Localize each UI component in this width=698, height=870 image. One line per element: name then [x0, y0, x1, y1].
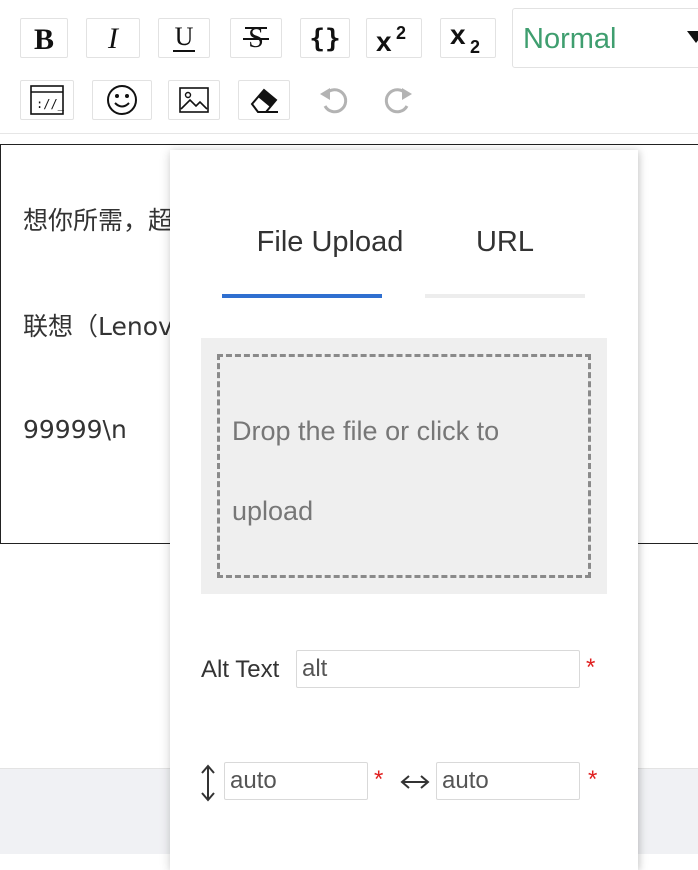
editor-line: 99999\n [23, 415, 127, 444]
image-icon [179, 87, 209, 113]
svg-text:://_: ://_ [36, 97, 64, 111]
strikethrough-icon: S [243, 23, 269, 54]
format-select[interactable]: Normal [512, 8, 698, 68]
svg-text:I: I [107, 23, 120, 53]
dropzone-text: Drop the file or click to upload [232, 416, 500, 526]
subscript-icon: x2 [450, 22, 480, 54]
required-mark: * [374, 766, 384, 793]
clear-format-button[interactable] [238, 80, 290, 120]
chevron-down-icon [687, 31, 698, 43]
alt-text-label: Alt Text [201, 656, 280, 683]
svg-text:2: 2 [470, 37, 480, 54]
alt-text-input[interactable] [296, 650, 580, 688]
html-source-icon: ://_ [30, 85, 64, 115]
eraser-icon [250, 88, 278, 113]
svg-text:U: U [175, 22, 194, 51]
svg-text:B: B [34, 23, 54, 53]
redo-icon [384, 88, 412, 114]
undo-button[interactable] [310, 80, 356, 120]
tab-active-indicator [222, 294, 382, 298]
width-input[interactable] [436, 762, 580, 800]
italic-icon: I [107, 23, 120, 53]
undo-icon [320, 88, 348, 114]
strikethrough-button[interactable]: S [230, 18, 282, 58]
redo-button[interactable] [376, 80, 422, 120]
dropzone-border: Drop the file or click to upload [217, 354, 591, 578]
emoji-button[interactable] [92, 80, 152, 120]
svg-text:2: 2 [396, 23, 406, 43]
tab-inactive-indicator [425, 294, 585, 298]
image-button[interactable] [168, 80, 220, 120]
svg-text:x: x [450, 22, 466, 50]
code-braces-icon: {} [309, 24, 340, 53]
image-insert-popup: File Upload URL Drop the file or click t… [170, 150, 638, 870]
smiley-icon [107, 85, 137, 115]
file-dropzone[interactable]: Drop the file or click to upload [201, 338, 607, 594]
format-select-value: Normal [523, 23, 617, 55]
underline-button[interactable]: U [158, 18, 210, 58]
bold-icon: B [34, 23, 54, 53]
superscript-button[interactable]: x2 [366, 18, 422, 58]
editor-toolbar: B I U S {} x2 x2 Normal ://_ [0, 0, 698, 134]
tab-file-upload[interactable]: File Upload [226, 226, 434, 259]
height-input[interactable] [224, 762, 368, 800]
required-mark: * [588, 766, 598, 793]
required-mark: * [586, 654, 596, 681]
tab-url[interactable]: URL [425, 226, 585, 259]
html-source-button[interactable]: ://_ [20, 80, 74, 120]
superscript-icon: x2 [376, 23, 406, 54]
italic-button[interactable]: I [86, 18, 140, 58]
subscript-button[interactable]: x2 [440, 18, 496, 58]
svg-text:{}: {} [309, 24, 340, 53]
bold-button[interactable]: B [20, 18, 68, 58]
svg-text:x: x [376, 26, 392, 54]
underline-icon: U [173, 22, 195, 52]
horizontal-arrows-icon [400, 775, 430, 789]
code-button[interactable]: {} [300, 18, 350, 58]
vertical-arrows-icon [201, 764, 215, 802]
